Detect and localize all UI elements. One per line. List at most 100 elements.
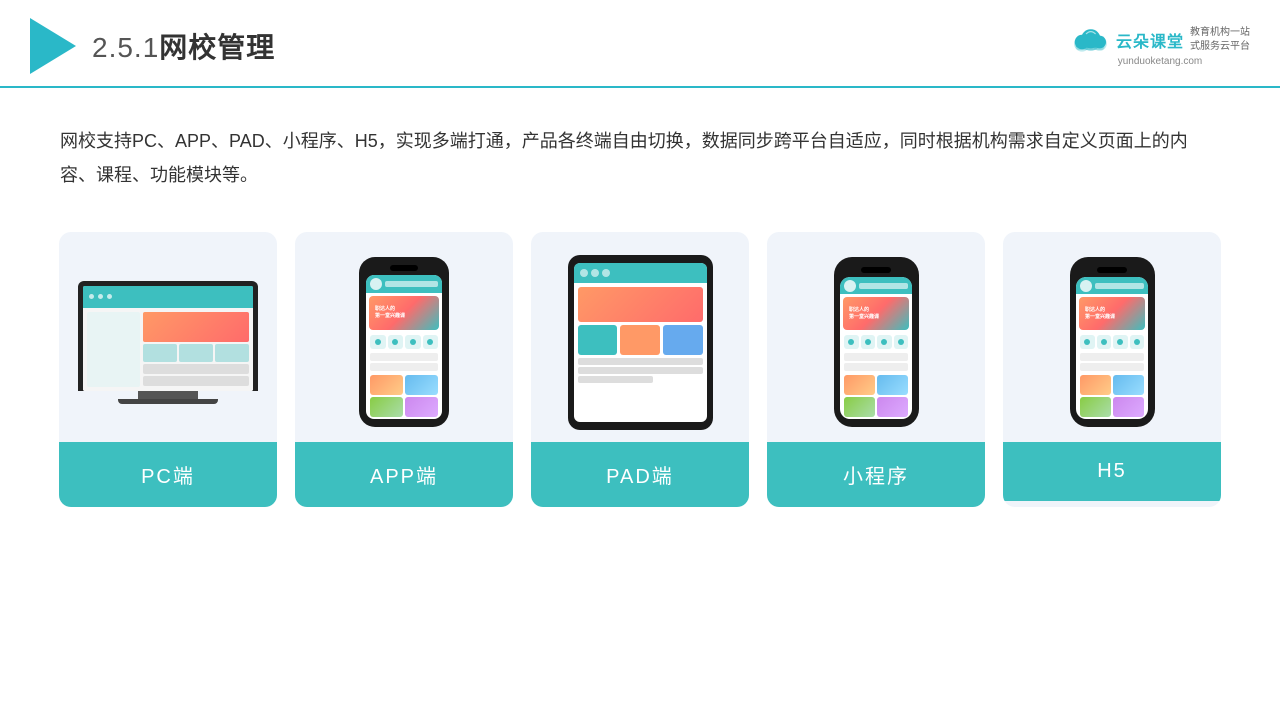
miniprogram-courses: [840, 373, 912, 419]
miniprogram-icon-4: [894, 335, 909, 349]
pad-card-1: [578, 325, 618, 355]
card-miniprogram: 职达人的第一堂兴趣课: [767, 232, 985, 507]
h5-icons: [1076, 333, 1148, 351]
brand-domain: yunduoketang.com: [1118, 56, 1203, 67]
pc-body: [83, 308, 253, 391]
app-banner-text: 职达人的第一堂兴趣课: [375, 306, 405, 319]
app-top-text: [385, 281, 438, 287]
app-icon-4: [423, 335, 439, 349]
h5-phone-mockup: 职达人的第一堂兴趣课: [1067, 257, 1157, 427]
pad-tablet-screen: [574, 263, 707, 422]
h5-notch: [1097, 267, 1127, 273]
app-top-bar: [366, 275, 442, 292]
pad-top-bar: [574, 263, 707, 283]
pad-row-1: [578, 358, 703, 365]
app-avatar: [370, 278, 382, 290]
app-icon-dot-2: [392, 339, 398, 345]
miniprogram-icon-1: [844, 335, 859, 349]
pc-sidebar: [87, 312, 140, 387]
card-h5: 职达人的第一堂兴趣课: [1003, 232, 1221, 507]
card-pc: PC端: [59, 232, 277, 507]
h5-list-2: [1080, 363, 1144, 371]
miniprogram-screen: 职达人的第一堂兴趣课: [840, 277, 912, 419]
mp-dot-2: [865, 339, 871, 345]
card-h5-label: H5: [1003, 442, 1221, 501]
pc-card-1: [143, 344, 177, 362]
h5-dot-1: [1084, 339, 1090, 345]
card-app-image: 职达人的第一堂兴趣课: [295, 232, 513, 442]
miniprogram-icons: [840, 333, 912, 351]
card-miniprogram-label: 小程序: [767, 442, 985, 507]
h5-banner-text: 职达人的第一堂兴趣课: [1085, 307, 1115, 320]
pad-nav-dot-2: [591, 269, 599, 277]
pc-card-3: [215, 344, 249, 362]
pad-card-3: [663, 325, 703, 355]
app-icon-dot-1: [375, 339, 381, 345]
miniprogram-text: [859, 283, 908, 289]
pc-row-1: [143, 364, 249, 374]
page-title: 2.5.1网校管理: [92, 26, 275, 66]
mp-list-1: [844, 353, 908, 361]
card-pc-label: PC端: [59, 442, 277, 507]
mp-dot-3: [881, 339, 887, 345]
pad-tablet-body: [568, 255, 713, 430]
pc-dot-2: [98, 294, 103, 299]
miniprogram-top-bar: [840, 277, 912, 294]
app-icon-2: [388, 335, 404, 349]
h5-course-4: [1113, 397, 1144, 417]
pc-topbar: [83, 286, 253, 308]
mp-list-2: [844, 363, 908, 371]
pad-body-content: [574, 283, 707, 387]
h5-course-2: [1113, 375, 1144, 395]
h5-dot-2: [1101, 339, 1107, 345]
h5-dot-3: [1117, 339, 1123, 345]
app-course-grid: [366, 373, 442, 419]
pc-stand: [138, 391, 198, 399]
miniprogram-content: 职达人的第一堂兴趣课: [840, 277, 912, 419]
pad-tablet-mockup: [568, 255, 713, 430]
platform-cards: PC端 职达人的第一堂兴趣课: [0, 212, 1280, 537]
description-text: 网校支持PC、APP、PAD、小程序、H5，实现多端打通，产品各终端自由切换，数…: [0, 88, 1280, 212]
h5-icon-1: [1080, 335, 1095, 349]
pad-nav-dot-3: [602, 269, 610, 277]
header: 2.5.1网校管理 云朵课堂 教育机构一站 式服务云平台 yunduo: [0, 0, 1280, 88]
brand-slogan: 教育机构一站 式服务云平台: [1190, 26, 1250, 54]
app-course-4: [405, 397, 438, 417]
h5-icon-4: [1130, 335, 1145, 349]
pc-banner: [143, 312, 249, 342]
miniprogram-phone-mockup: 职达人的第一堂兴趣课: [831, 257, 921, 427]
mp-dot-1: [848, 339, 854, 345]
app-course-2: [405, 375, 438, 395]
miniprogram-icon-2: [861, 335, 876, 349]
miniprogram-icon-3: [877, 335, 892, 349]
h5-icon-2: [1097, 335, 1112, 349]
app-list-1: [370, 353, 438, 361]
pad-screen-content: [574, 263, 707, 422]
miniprogram-list: [840, 351, 912, 373]
pc-course-rows: [143, 344, 249, 362]
app-icon-1: [370, 335, 386, 349]
app-icon-dot-3: [410, 339, 416, 345]
h5-banner: 职达人的第一堂兴趣课: [1079, 297, 1145, 330]
h5-text: [1095, 283, 1144, 289]
pc-device-mockup: [78, 281, 258, 404]
logo-triangle-icon: [30, 18, 76, 74]
h5-dot-4: [1134, 339, 1140, 345]
pad-row-3: [578, 376, 653, 383]
h5-list: [1076, 351, 1148, 373]
miniprogram-notch: [861, 267, 891, 273]
pad-nav-dot-1: [580, 269, 588, 277]
card-app-label: APP端: [295, 442, 513, 507]
card-app: 职达人的第一堂兴趣课: [295, 232, 513, 507]
pc-screen-inner: [83, 286, 253, 391]
h5-phone-body: 职达人的第一堂兴趣课: [1070, 257, 1155, 427]
app-icons-row: [366, 333, 442, 351]
h5-screen: 职达人的第一堂兴趣课: [1076, 277, 1148, 419]
pad-row-2: [578, 367, 703, 374]
card-pad-label: PAD端: [531, 442, 749, 507]
h5-course-1: [1080, 375, 1111, 395]
app-banner: 职达人的第一堂兴趣课: [369, 296, 439, 331]
mp-dot-4: [898, 339, 904, 345]
mp-course-2: [877, 375, 908, 395]
app-phone-mockup: 职达人的第一堂兴趣课: [359, 257, 449, 427]
